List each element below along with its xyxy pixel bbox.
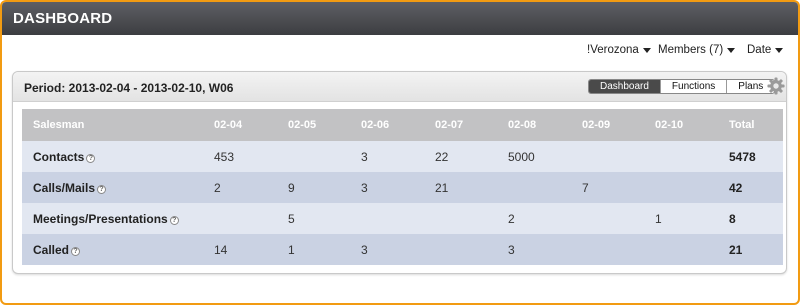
table-cell: 3: [350, 234, 424, 265]
date-dropdown-label: Date: [747, 44, 772, 56]
table-cell: 453: [203, 141, 277, 172]
table-cell: [571, 234, 644, 265]
total-cell: 5478: [718, 141, 783, 172]
total-cell: 21: [718, 234, 783, 265]
company-dropdown[interactable]: !Verozona: [587, 44, 651, 56]
table-cell: [644, 234, 718, 265]
col-header-total: Total: [718, 109, 783, 141]
tab-dashboard[interactable]: Dashboard: [589, 80, 660, 93]
table-cell: 1: [277, 234, 350, 265]
col-header-date: 02-05: [277, 109, 350, 141]
table-row: Meetings/Presentations? 5 2 1 8: [22, 203, 783, 234]
row-label: Meetings/Presentations: [33, 211, 168, 226]
col-header-date: 02-09: [571, 109, 644, 141]
table-cell: [644, 141, 718, 172]
total-cell: 42: [718, 172, 783, 203]
col-header-date: 02-08: [497, 109, 571, 141]
table-cell: 2: [497, 203, 571, 234]
col-header-salesman: Salesman: [22, 109, 203, 141]
table-row: Called? 14 1 3 3 21: [22, 234, 783, 265]
help-icon[interactable]: ?: [97, 184, 107, 194]
row-label-cell: Contacts?: [22, 141, 203, 172]
total-cell: 8: [718, 203, 783, 234]
row-label-cell: Calls/Mails?: [22, 172, 203, 203]
period-title: Period: 2013-02-04 - 2013-02-10, W06: [24, 81, 234, 95]
col-header-date: 02-07: [424, 109, 497, 141]
table-cell: 9: [277, 172, 350, 203]
table-cell: [424, 234, 497, 265]
table-cell: 14: [203, 234, 277, 265]
table-cell: [571, 141, 644, 172]
table-cell: [424, 203, 497, 234]
toolbar: !Verozona Members (7) Date: [2, 35, 798, 67]
table-cell: 22: [424, 141, 497, 172]
members-dropdown[interactable]: Members (7): [658, 44, 736, 56]
row-label: Contacts: [33, 149, 85, 164]
date-dropdown[interactable]: Date: [747, 44, 784, 56]
period-panel: Period: 2013-02-04 - 2013-02-10, W06 Das…: [12, 71, 787, 274]
row-label-cell: Called?: [22, 234, 203, 265]
table-cell: 3: [350, 172, 424, 203]
table-cell: 1: [644, 203, 718, 234]
dashboard-window: DASHBOARD !Verozona Members (7) Date Per…: [0, 0, 800, 305]
panel-header: Period: 2013-02-04 - 2013-02-10, W06 Das…: [13, 72, 786, 102]
view-switcher: Dashboard Functions Plans: [588, 79, 776, 94]
col-header-date: 02-04: [203, 109, 277, 141]
chevron-down-icon: [642, 48, 651, 53]
sales-activity-table: Salesman 02-04 02-05 02-06 02-07 02-08 0…: [22, 109, 783, 265]
row-label: Called: [33, 242, 70, 257]
table-cell: [277, 141, 350, 172]
table-row: Contacts? 453 3 22 5000 5478: [22, 141, 783, 172]
help-icon[interactable]: ?: [169, 215, 179, 225]
col-header-date: 02-06: [350, 109, 424, 141]
table-cell: 21: [424, 172, 497, 203]
table-cell: 7: [571, 172, 644, 203]
table-header-row: Salesman 02-04 02-05 02-06 02-07 02-08 0…: [22, 109, 783, 141]
table-cell: [571, 203, 644, 234]
col-header-date: 02-10: [644, 109, 718, 141]
table-cell: [350, 203, 424, 234]
chevron-down-icon: [727, 48, 736, 53]
members-dropdown-label: Members (7): [658, 44, 724, 56]
table-cell: 5000: [497, 141, 571, 172]
table-cell: 5: [277, 203, 350, 234]
company-dropdown-label: !Verozona: [587, 44, 639, 56]
chevron-down-icon: [775, 48, 784, 53]
help-icon[interactable]: ?: [71, 246, 81, 256]
table-cell: 3: [497, 234, 571, 265]
table-cell: [203, 203, 277, 234]
table-cell: [497, 172, 571, 203]
window-title: DASHBOARD: [2, 2, 798, 35]
tab-functions[interactable]: Functions: [659, 80, 726, 93]
row-label: Calls/Mails: [33, 180, 96, 195]
gear-icon[interactable]: [767, 77, 785, 95]
table-cell: [644, 172, 718, 203]
table-row: Calls/Mails? 2 9 3 21 7 42: [22, 172, 783, 203]
table-cell: 2: [203, 172, 277, 203]
table-cell: 3: [350, 141, 424, 172]
help-icon[interactable]: ?: [86, 153, 96, 163]
row-label-cell: Meetings/Presentations?: [22, 203, 203, 234]
